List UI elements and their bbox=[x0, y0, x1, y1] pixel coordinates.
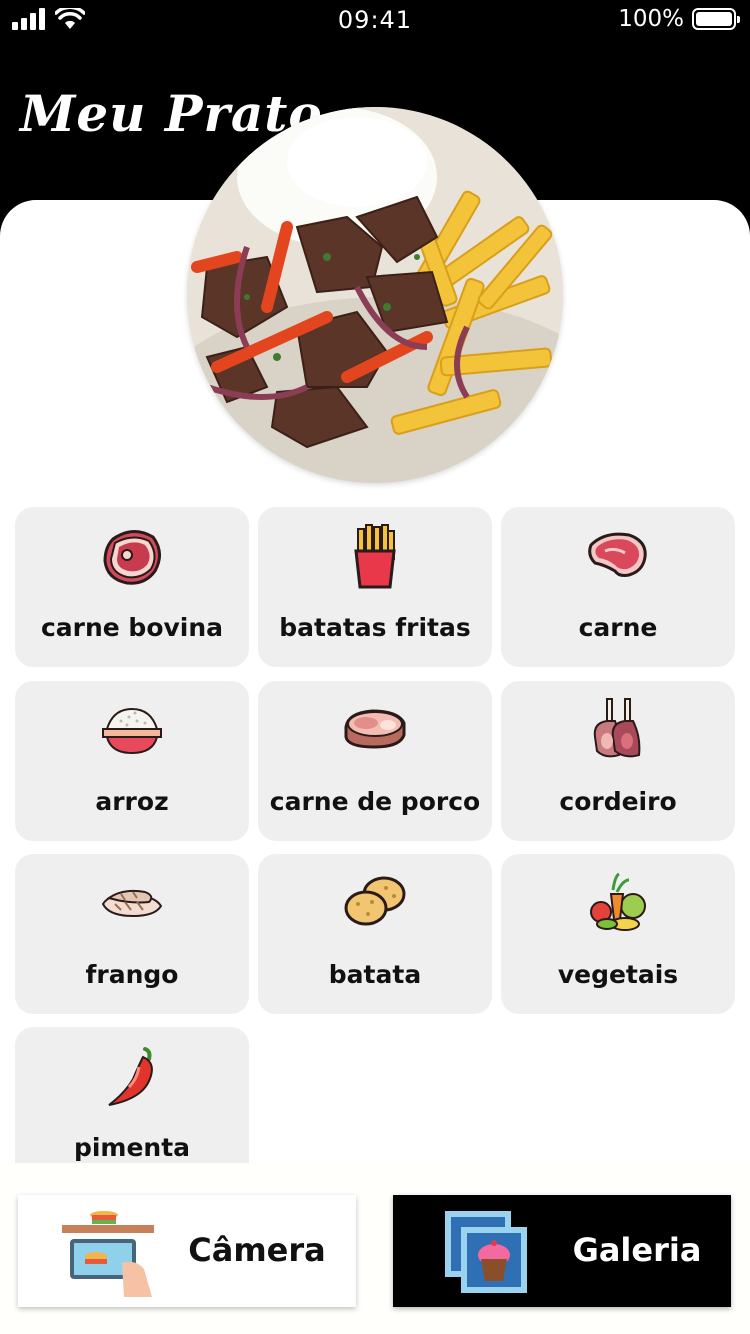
potato-icon bbox=[258, 870, 492, 936]
ingredient-card-carne-bovina[interactable]: carne bovina bbox=[15, 507, 249, 667]
ingredient-label: cordeiro bbox=[559, 787, 677, 816]
gallery-button-label: Galeria bbox=[572, 1231, 702, 1269]
ingredient-label: carne de porco bbox=[269, 787, 481, 816]
ingredient-label: vegetais bbox=[557, 960, 679, 989]
ingredient-label: batatas fritas bbox=[279, 613, 471, 642]
battery-percent: 100% bbox=[618, 6, 684, 32]
dish-photo bbox=[187, 107, 563, 483]
pork-icon bbox=[258, 697, 492, 763]
lamb-chops-icon bbox=[501, 697, 735, 763]
bottom-action-bar: Câmera Galeria bbox=[0, 1163, 750, 1334]
chicken-icon bbox=[15, 870, 249, 936]
ingredient-grid: carne bovina batatas fritas carne arroz … bbox=[15, 507, 737, 1163]
gallery-button[interactable]: Galeria bbox=[393, 1195, 731, 1307]
vegetables-icon bbox=[501, 870, 735, 936]
ingredient-card-pimenta[interactable]: pimenta bbox=[15, 1027, 249, 1163]
camera-icon bbox=[62, 1211, 154, 1297]
battery-icon bbox=[692, 8, 740, 30]
ingredient-card-arroz[interactable]: arroz bbox=[15, 681, 249, 841]
camera-button-label: Câmera bbox=[188, 1231, 326, 1269]
ingredient-label: arroz bbox=[95, 787, 169, 816]
rice-bowl-icon bbox=[15, 697, 249, 763]
fries-icon bbox=[258, 523, 492, 589]
meat-icon bbox=[501, 523, 735, 589]
ingredient-card-carne[interactable]: carne bbox=[501, 507, 735, 667]
ingredient-label: frango bbox=[85, 960, 179, 989]
pepper-icon bbox=[15, 1043, 249, 1109]
ingredient-card-frango[interactable]: frango bbox=[15, 854, 249, 1014]
camera-button[interactable]: Câmera bbox=[18, 1195, 356, 1307]
gallery-icon bbox=[445, 1211, 527, 1293]
status-right: 100% bbox=[618, 6, 740, 32]
ingredient-card-carne-de-porco[interactable]: carne de porco bbox=[258, 681, 492, 841]
dish-image bbox=[187, 107, 563, 483]
ingredient-card-cordeiro[interactable]: cordeiro bbox=[501, 681, 735, 841]
ingredient-card-vegetais[interactable]: vegetais bbox=[501, 854, 735, 1014]
ingredient-label: pimenta bbox=[73, 1133, 191, 1162]
steak-icon bbox=[15, 523, 249, 589]
ingredient-card-batatas-fritas[interactable]: batatas fritas bbox=[258, 507, 492, 667]
ingredient-card-batata[interactable]: batata bbox=[258, 854, 492, 1014]
status-bar: 09:41 100% bbox=[0, 0, 750, 40]
ingredient-label: carne bbox=[578, 613, 658, 642]
ingredient-label: batata bbox=[328, 960, 422, 989]
ingredient-label: carne bovina bbox=[40, 613, 224, 642]
